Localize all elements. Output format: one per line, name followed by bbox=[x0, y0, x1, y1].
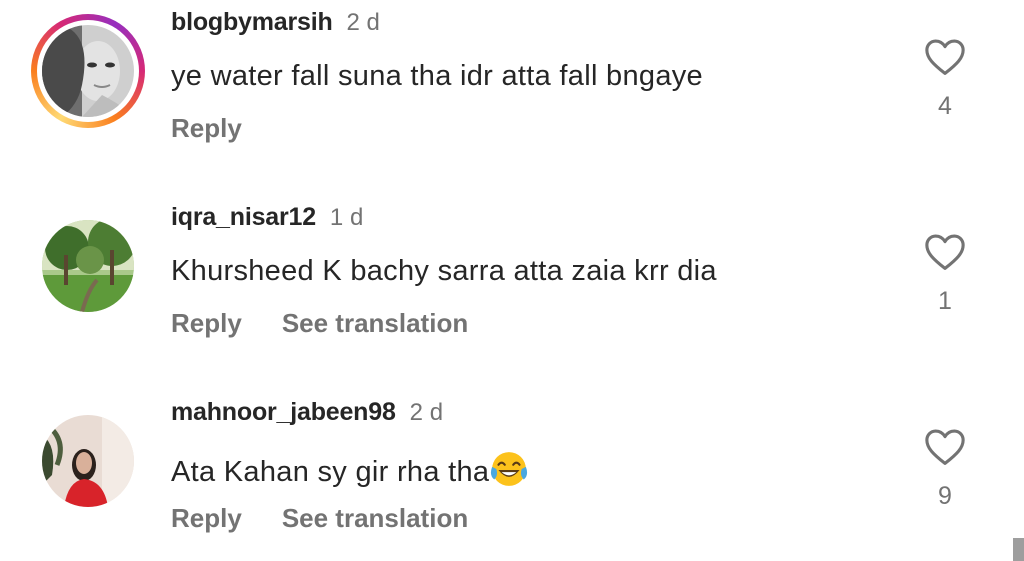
like-count: 9 bbox=[938, 482, 952, 510]
comment-actions: Reply bbox=[171, 113, 242, 144]
reply-button[interactable]: Reply bbox=[171, 503, 242, 533]
comment-text: Khursheed K bachy sarra atta zaia krr di… bbox=[171, 255, 717, 287]
comment-meta: blogbymarsih 2 d bbox=[171, 8, 380, 37]
scrollbar-thumb[interactable] bbox=[1013, 538, 1024, 561]
story-ring[interactable] bbox=[31, 14, 145, 128]
reply-button[interactable]: Reply bbox=[171, 308, 242, 338]
timestamp: 1 d bbox=[329, 204, 364, 231]
comment-text-content: Ata Kahan sy gir rha tha bbox=[171, 456, 490, 488]
like-count: 4 bbox=[938, 92, 952, 120]
comment-meta: iqra_nisar12 1 d bbox=[171, 203, 363, 232]
comment-item: iqra_nisar12 1 d Khursheed K bachy sarra … bbox=[0, 195, 1024, 345]
username[interactable]: iqra_nisar12 bbox=[171, 203, 316, 231]
username[interactable]: blogbymarsih bbox=[171, 8, 333, 36]
avatar-image bbox=[42, 25, 134, 117]
avatar-image bbox=[42, 415, 134, 507]
like-control: 4 bbox=[922, 38, 968, 121]
comment-actions: Reply See translation bbox=[171, 308, 468, 339]
username[interactable]: mahnoor_jabeen98 bbox=[171, 398, 396, 426]
like-control: 9 bbox=[922, 428, 968, 511]
comment-text: ye water fall suna tha idr atta fall bng… bbox=[171, 60, 703, 92]
reply-button[interactable]: Reply bbox=[171, 113, 242, 143]
heart-outline-icon[interactable] bbox=[924, 428, 966, 466]
comment-item: blogbymarsih 2 d ye water fall suna tha i… bbox=[0, 0, 1024, 150]
timestamp: 2 d bbox=[346, 9, 380, 36]
like-control: 1 bbox=[922, 233, 968, 316]
comment-meta: mahnoor_jabeen98 2 d bbox=[171, 398, 443, 427]
comment-text: Ata Kahan sy gir rha tha bbox=[171, 450, 528, 489]
heart-outline-icon[interactable] bbox=[924, 233, 966, 271]
comment-item: mahnoor_jabeen98 2 d Ata Kahan sy gir rha… bbox=[0, 390, 1024, 540]
timestamp: 2 d bbox=[409, 399, 444, 426]
avatar-image bbox=[42, 220, 134, 312]
face-with-tears-of-joy-icon bbox=[491, 452, 528, 486]
avatar[interactable] bbox=[42, 415, 134, 507]
heart-outline-icon[interactable] bbox=[924, 38, 966, 76]
avatar[interactable] bbox=[42, 220, 134, 312]
see-translation-button[interactable]: See translation bbox=[282, 308, 468, 338]
avatar[interactable] bbox=[42, 25, 134, 117]
see-translation-button[interactable]: See translation bbox=[282, 503, 468, 533]
comment-actions: Reply See translation bbox=[171, 503, 468, 534]
like-count: 1 bbox=[938, 287, 952, 315]
